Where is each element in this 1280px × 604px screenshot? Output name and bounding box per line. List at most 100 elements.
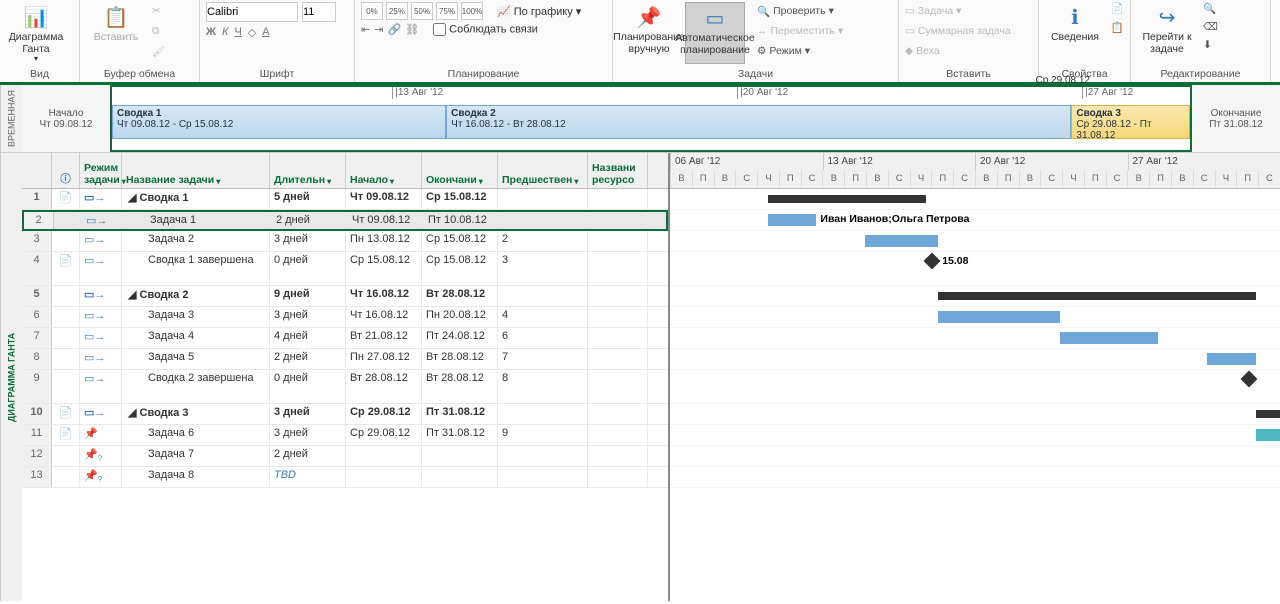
copy-icon: ⧉	[152, 25, 160, 38]
table-row[interactable]: 8▭→Задача 52 днейПн 27.08.12Вт 28.08.127	[22, 349, 668, 370]
group-schedule-title: Планирование	[361, 67, 606, 81]
pin-icon: 📌	[633, 4, 665, 32]
pct-0%[interactable]: 0%	[361, 2, 383, 20]
format-painter-button[interactable]: 🖌	[152, 42, 165, 60]
table-row[interactable]: 2▭→Задача 12 днейЧт 09.08.12Пт 10.08.12	[22, 210, 668, 231]
respect-links-checkbox[interactable]: Соблюдать связи	[433, 23, 538, 36]
font-name-select[interactable]	[206, 2, 298, 22]
insert-task-button[interactable]: ▭ Задача ▾	[905, 2, 1011, 20]
timeline-main[interactable]: |13 Авг '12|20 Авг '12|27 Авг '12 Сводка…	[110, 85, 1192, 152]
col-indicator[interactable]: ⓘ	[52, 153, 80, 188]
insert-summary-button[interactable]: ▭ Суммарная задача	[905, 22, 1011, 40]
col-resources[interactable]: Названи ресурсо	[588, 153, 648, 188]
col-duration[interactable]: Длительн▾	[270, 153, 346, 188]
col-start[interactable]: Начало▾	[346, 153, 422, 188]
gantt-chart[interactable]: 06 Авг '1213 Авг '1220 Авг '1227 Авг '12…	[670, 153, 1280, 601]
timeline-bar[interactable]: Сводка 2Чт 16.08.12 - Вт 28.08.12	[446, 105, 1071, 139]
fill-icon[interactable]: ⬇	[1203, 39, 1218, 51]
mode-button[interactable]: ⚙ Режим ▾	[757, 42, 843, 60]
gantt-row	[670, 370, 1280, 404]
gantt-day: П	[931, 170, 953, 188]
group-clipboard-title: Буфер обмена	[86, 67, 193, 81]
table-row[interactable]: 5▭→◢ Сводка 29 днейЧт 16.08.12Вт 28.08.1…	[22, 286, 668, 307]
info-label: Сведения	[1051, 32, 1099, 44]
table-row[interactable]: 13📌?Задача 8TBD	[22, 467, 668, 488]
gantt-task-bar[interactable]	[1207, 353, 1256, 365]
goto-task-button[interactable]: ↪ Перейти к задаче	[1137, 2, 1197, 64]
pct-75%[interactable]: 75%	[436, 2, 458, 20]
milestone-icon: ◆	[905, 45, 913, 57]
task-grid: ⓘ Режим задачи▾ Название задачи▾ Длитель…	[22, 153, 670, 601]
timeline-bar[interactable]: Сводка 1Чт 09.08.12 - Ср 15.08.12	[112, 105, 446, 139]
table-row[interactable]: 7▭→Задача 44 днейВт 21.08.12Пт 24.08.126	[22, 328, 668, 349]
timeline-today: Ср 29.08.12	[1036, 75, 1091, 86]
font-color-button[interactable]: ◇	[248, 26, 256, 39]
table-row[interactable]: 9▭→Сводка 2 завершена0 днейВт 28.08.12Вт…	[22, 370, 668, 404]
gantt-day: В	[975, 170, 997, 188]
table-row[interactable]: 6▭→Задача 33 днейЧт 16.08.12Пн 20.08.124	[22, 307, 668, 328]
gantt-milestone[interactable]	[924, 253, 941, 270]
clear-icon[interactable]: ⌫	[1203, 21, 1218, 33]
unlink-button[interactable]: ⛓	[405, 23, 419, 36]
fill-color-button[interactable]: A	[262, 26, 269, 39]
underline-button[interactable]: Ч	[234, 26, 241, 39]
table-row[interactable]: 10📄▭→◢ Сводка 33 днейСр 29.08.12Пт 31.08…	[22, 404, 668, 425]
font-size-select[interactable]	[302, 2, 336, 22]
find-icon[interactable]: 🔍	[1203, 2, 1218, 15]
gantt-row: Иван Иванов;Ольга Петрова	[670, 210, 1280, 231]
paste-button[interactable]: 📋 Вставить	[86, 2, 146, 64]
timeline-end: Окончание Пт 31.08.12	[1192, 85, 1280, 152]
col-finish[interactable]: Окончани▾	[422, 153, 498, 188]
auto-schedule-button[interactable]: ▭ Автоматическое планирование	[685, 2, 745, 64]
timeline-bar[interactable]: Сводка 3Ср 29.08.12 - Пт 31.08.12	[1071, 105, 1190, 139]
information-button[interactable]: ℹ Сведения	[1045, 2, 1105, 64]
gantt-day: В	[1019, 170, 1041, 188]
gantt-task-bar[interactable]	[1256, 429, 1280, 441]
group-font-title: Шрифт	[206, 67, 348, 81]
gantt-milestone[interactable]	[1241, 371, 1258, 388]
cut-button[interactable]: ✂	[152, 2, 165, 20]
gantt-task-bar[interactable]	[1060, 332, 1158, 344]
outdent-button[interactable]: ⇤	[361, 23, 370, 36]
gantt-row	[670, 231, 1280, 252]
table-row[interactable]: 1📄▭→◢ Сводка 15 днейЧт 09.08.12Ср 15.08.…	[22, 189, 668, 210]
manual-label: Планирование вручную	[613, 32, 685, 55]
copy-button[interactable]: ⧉	[152, 22, 165, 40]
table-row[interactable]: 12📌?Задача 72 дней	[22, 446, 668, 467]
brush-icon: 🖌	[152, 45, 165, 58]
pct-50%[interactable]: 50%	[411, 2, 433, 20]
gantt-task-bar[interactable]	[768, 214, 817, 226]
move-icon: ↔	[757, 25, 768, 37]
gantt-task-bar[interactable]	[865, 235, 938, 247]
gantt-task-bar[interactable]	[938, 311, 1060, 323]
gantt-week: 27 Авг '12	[1128, 153, 1280, 170]
link-button[interactable]: 🔗	[387, 23, 401, 36]
indent-button[interactable]: ⇥	[374, 23, 383, 36]
gantt-summary-bar[interactable]	[768, 195, 927, 203]
details-icon[interactable]: 📋	[1111, 21, 1124, 34]
move-button[interactable]: ↔ Переместить ▾	[757, 22, 843, 40]
by-chart-button[interactable]: 📈 По графику ▾	[497, 5, 581, 18]
info-icon: ⓘ	[60, 171, 71, 186]
col-name[interactable]: Название задачи▾	[122, 153, 270, 188]
gantt-chart-button[interactable]: 📊 Диаграмма Ганта ▾	[6, 2, 66, 64]
inspect-button[interactable]: 🔍 Проверить ▾	[757, 2, 843, 20]
table-row[interactable]: 11📄📌Задача 63 днейСр 29.08.12Пт 31.08.12…	[22, 425, 668, 446]
bold-button[interactable]: Ж	[206, 26, 216, 39]
pct-100%[interactable]: 100%	[461, 2, 483, 20]
pct-25%[interactable]: 25%	[386, 2, 408, 20]
col-rownum[interactable]	[22, 153, 52, 188]
gantt-summary-bar[interactable]	[1256, 410, 1280, 418]
table-row[interactable]: 4📄▭→Сводка 1 завершена0 днейСр 15.08.12С…	[22, 252, 668, 286]
italic-button[interactable]: К	[222, 26, 228, 39]
notes-icon[interactable]: 📄	[1111, 2, 1124, 15]
gantt-day: В	[714, 170, 736, 188]
col-mode[interactable]: Режим задачи▾	[80, 153, 122, 188]
insert-milestone-button[interactable]: ◆ Веха	[905, 42, 1011, 60]
col-predecessors[interactable]: Предшествен▾	[498, 153, 588, 188]
gantt-day: С	[1258, 170, 1280, 188]
manual-schedule-button[interactable]: 📌 Планирование вручную	[619, 2, 679, 64]
gantt-day: П	[692, 170, 714, 188]
gantt-summary-bar[interactable]	[938, 292, 1255, 300]
table-row[interactable]: 3▭→Задача 23 днейПн 13.08.12Ср 15.08.122	[22, 231, 668, 252]
